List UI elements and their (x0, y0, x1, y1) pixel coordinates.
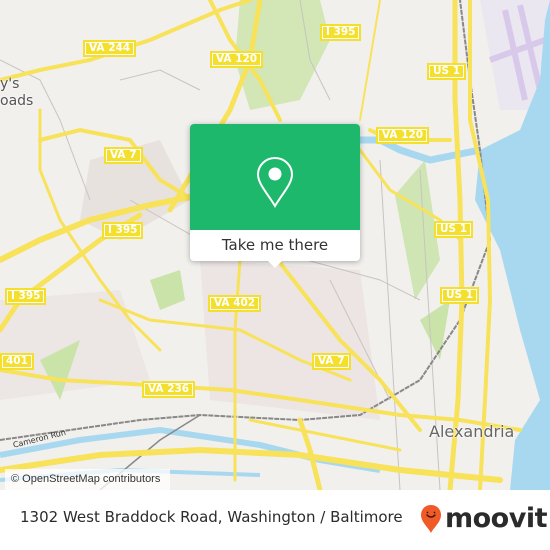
moovit-pin-icon (421, 505, 441, 533)
route-shield-us-1: US 1 (434, 221, 474, 238)
location-popup[interactable]: Take me there (190, 124, 360, 268)
route-shield-i-395: I 395 (320, 24, 362, 41)
popup-pointer (267, 260, 283, 268)
route-shield-va-7: VA 7 (312, 353, 351, 370)
place-label-baileys-crossroads: y's oads (0, 76, 34, 109)
map-pin-icon (256, 156, 294, 208)
take-me-there-button[interactable]: Take me there (190, 230, 360, 261)
route-shield-va-7: VA 7 (104, 147, 143, 164)
map-attribution[interactable]: © OpenStreetMap contributors (5, 469, 171, 490)
route-shield-va-402: VA 402 (208, 295, 262, 312)
route-shield-va-120: VA 120 (210, 51, 264, 68)
footer-bar: 1302 West Braddock Road, Washington / Ba… (0, 490, 550, 550)
map-view[interactable]: VA 244 VA 120 I 395 VA 120 US 1 VA 7 I 3… (0, 0, 550, 490)
place-label-alexandria: Alexandria (429, 422, 515, 441)
route-shield-i-395: I 395 (102, 222, 144, 239)
route-shield-va-244: VA 244 (83, 40, 137, 57)
route-shield-va-236: VA 236 (142, 381, 196, 398)
route-shield-us-1: US 1 (427, 63, 467, 80)
address-text: 1302 West Braddock Road, Washington / Ba… (20, 508, 403, 526)
route-shield-va-120: VA 120 (376, 127, 430, 144)
route-shield-va-401: 401 (0, 353, 34, 370)
brand-name: moovit (445, 503, 548, 534)
popup-header[interactable] (190, 124, 360, 230)
moovit-logo[interactable]: moovit (420, 503, 548, 534)
route-shield-i-395: I 395 (5, 288, 47, 305)
route-shield-us-1: US 1 (440, 287, 480, 304)
